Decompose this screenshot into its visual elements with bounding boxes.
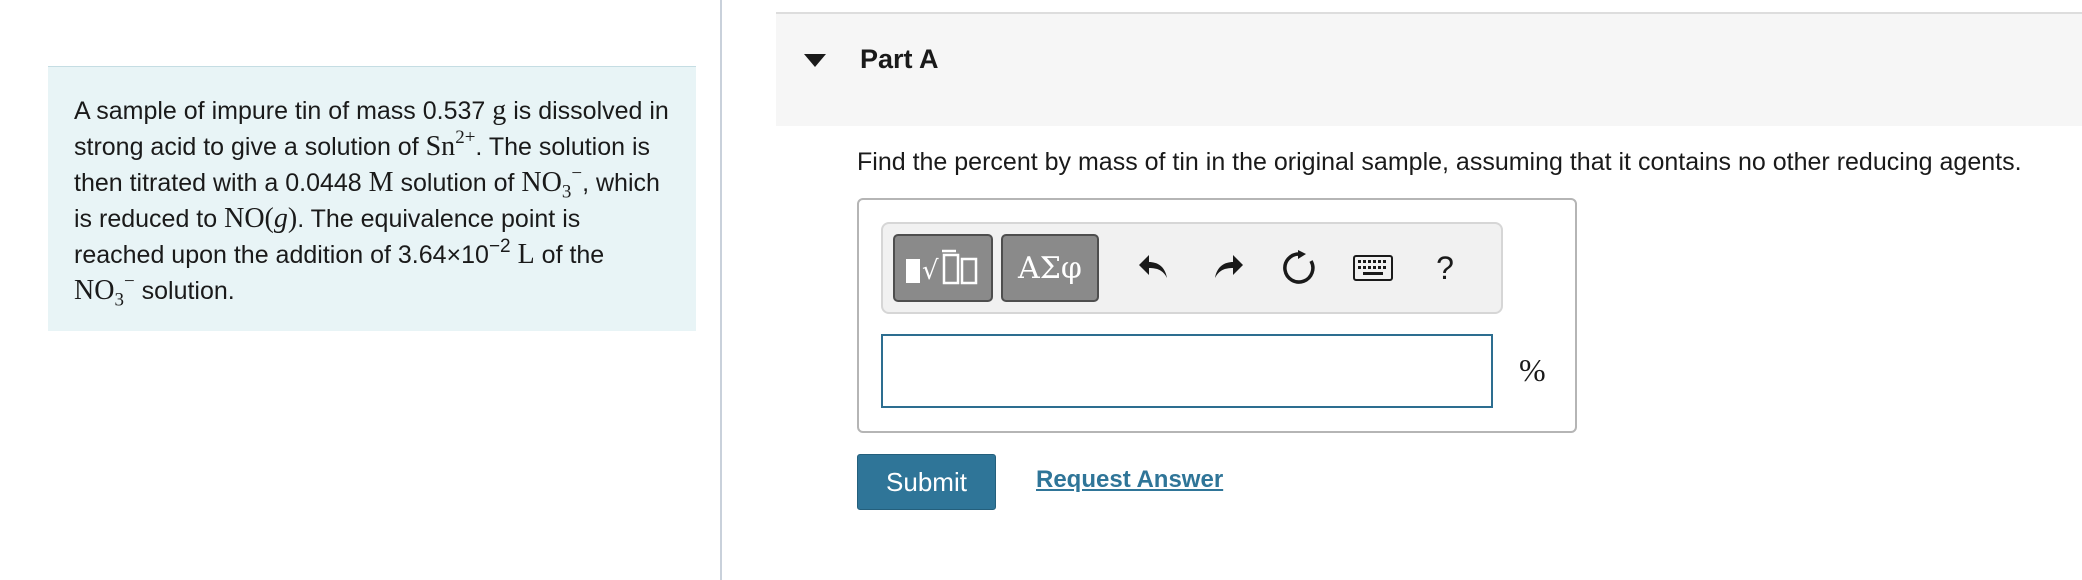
submit-button[interactable]: Submit xyxy=(857,454,996,510)
product-close: ) xyxy=(287,203,298,234)
product-state: g xyxy=(273,203,288,234)
collapse-caret-icon[interactable] xyxy=(804,54,826,67)
tin-ion-formula: Sn2+ xyxy=(425,128,476,162)
math-toolbar: √ ΑΣφ ? xyxy=(881,222,1503,314)
help-button[interactable]: ? xyxy=(1417,238,1473,298)
templates-icon: √ xyxy=(906,249,978,286)
help-icon: ? xyxy=(1436,249,1454,286)
answer-panel: √ ΑΣφ ? % xyxy=(857,198,1577,433)
tin-ion-base: Sn xyxy=(425,131,456,162)
nitrate-subscript: 3 xyxy=(561,181,572,203)
problem-pane: A sample of impure tin of mass 0.537 g i… xyxy=(0,0,722,580)
product-formula: NO(g) xyxy=(224,203,297,234)
request-answer-link[interactable]: Request Answer xyxy=(1036,466,1223,494)
redo-icon xyxy=(1215,255,1243,278)
nitrate-charge-2: − xyxy=(123,270,135,292)
part-title: Part A xyxy=(860,44,939,74)
concentration-unit: M xyxy=(368,167,394,198)
answer-input[interactable] xyxy=(881,334,1493,408)
part-a-header[interactable]: Part A xyxy=(776,12,2082,126)
product-base: NO( xyxy=(224,203,274,234)
nitrate-base-2: NO xyxy=(74,275,115,306)
greek-symbols-button[interactable]: ΑΣφ xyxy=(1001,234,1099,302)
keyboard-button[interactable] xyxy=(1345,238,1401,298)
problem-statement: A sample of impure tin of mass 0.537 g i… xyxy=(48,66,696,331)
nitrate-formula-2: NO3− xyxy=(74,272,135,310)
tin-ion-charge: 2+ xyxy=(455,126,476,148)
templates-button[interactable]: √ xyxy=(893,234,993,302)
undo-icon xyxy=(1139,255,1167,278)
percent-unit: % xyxy=(1519,352,1546,388)
problem-text-4: solution of xyxy=(393,169,522,197)
reset-icon xyxy=(1283,250,1315,284)
nitrate-formula: NO3− xyxy=(521,164,582,202)
problem-text-7: of the xyxy=(534,241,605,269)
greek-symbols-icon: ΑΣφ xyxy=(1018,250,1082,286)
keyboard-icon xyxy=(1353,255,1393,281)
mass-unit: g xyxy=(492,95,507,126)
volume-unit: L xyxy=(510,239,535,270)
undo-button[interactable] xyxy=(1127,238,1183,298)
nitrate-subscript-2: 3 xyxy=(114,289,124,311)
reset-button[interactable] xyxy=(1271,238,1327,298)
nitrate-charge: − xyxy=(571,162,583,184)
nitrate-base: NO xyxy=(521,167,562,198)
problem-text-8: solution. xyxy=(134,277,235,305)
problem-text-1: A sample of impure tin of mass 0.537 xyxy=(74,97,493,125)
question-text: Find the percent by mass of tin in the o… xyxy=(857,148,2022,176)
volume-exponent: −2 xyxy=(488,235,511,257)
redo-button[interactable] xyxy=(1199,238,1255,298)
svg-text:√: √ xyxy=(922,256,939,286)
